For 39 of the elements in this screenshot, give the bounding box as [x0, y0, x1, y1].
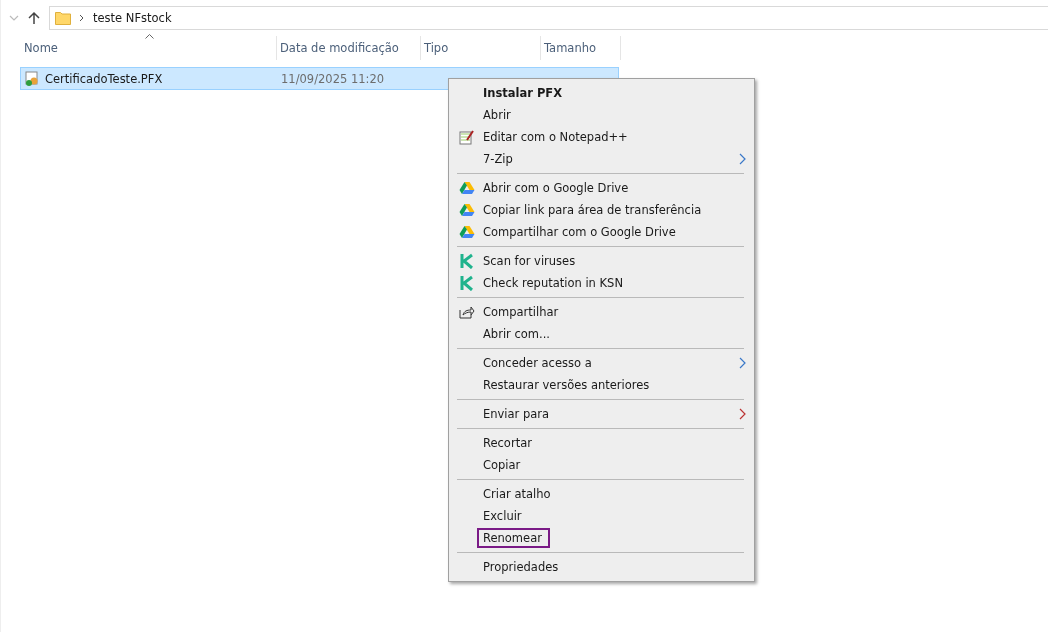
address-bar[interactable]: teste NFstock [49, 6, 1048, 30]
drive-icon [459, 225, 475, 239]
menu-item[interactable]: Check reputation in KSN [451, 272, 742, 294]
drive-icon [459, 203, 475, 217]
menu-item[interactable]: Criar atalho [451, 483, 742, 505]
drive-icon [459, 181, 475, 195]
modified-date: 11/09/2025 11:20 [280, 71, 386, 86]
menu-item[interactable]: Conceder acesso a [451, 352, 742, 374]
sort-caret-icon [144, 34, 154, 39]
menu-item[interactable]: Propriedades [451, 556, 742, 578]
menu-item[interactable]: 7-Zip [451, 148, 742, 170]
column-header[interactable]: Nome [21, 36, 277, 60]
up-arrow-icon[interactable] [27, 11, 41, 25]
menu-item[interactable]: Renomear [451, 527, 742, 549]
k-letter-icon [460, 253, 474, 269]
breadcrumb[interactable]: teste NFstock [93, 11, 172, 25]
chevron-icon [79, 14, 85, 22]
menu-item[interactable]: Enviar para [451, 403, 742, 425]
menu-item[interactable]: Abrir com... [451, 323, 742, 345]
column-header[interactable]: Tipo [421, 36, 541, 60]
menu-item[interactable]: Editar com o Notepad++ [451, 126, 742, 148]
menu-item[interactable]: Scan for viruses [451, 250, 742, 272]
menu-item[interactable]: Abrir com o Google Drive [451, 177, 742, 199]
k-letter-icon [460, 275, 474, 291]
folder-icon [55, 11, 71, 25]
menu-item[interactable]: Compartilhar com o Google Drive [451, 221, 742, 243]
menu-item[interactable]: Recortar [451, 432, 742, 454]
file-name: CertificadoTeste.PFX [45, 71, 163, 86]
share-icon [459, 305, 475, 319]
menu-item[interactable]: Abrir [451, 104, 742, 126]
menu-item[interactable]: Excluir [451, 505, 742, 527]
menu-item[interactable]: Restaurar versões anteriores [451, 374, 742, 396]
notepad-icon [459, 129, 475, 145]
column-header[interactable]: Data de modificação [277, 36, 421, 60]
menu-item[interactable]: Copiar [451, 454, 742, 476]
menu-item[interactable]: Compartilhar [451, 301, 742, 323]
certificate-icon [24, 70, 40, 87]
column-header[interactable]: Tamanho [541, 36, 621, 60]
menu-item[interactable]: Copiar link para área de transferência [451, 199, 742, 221]
